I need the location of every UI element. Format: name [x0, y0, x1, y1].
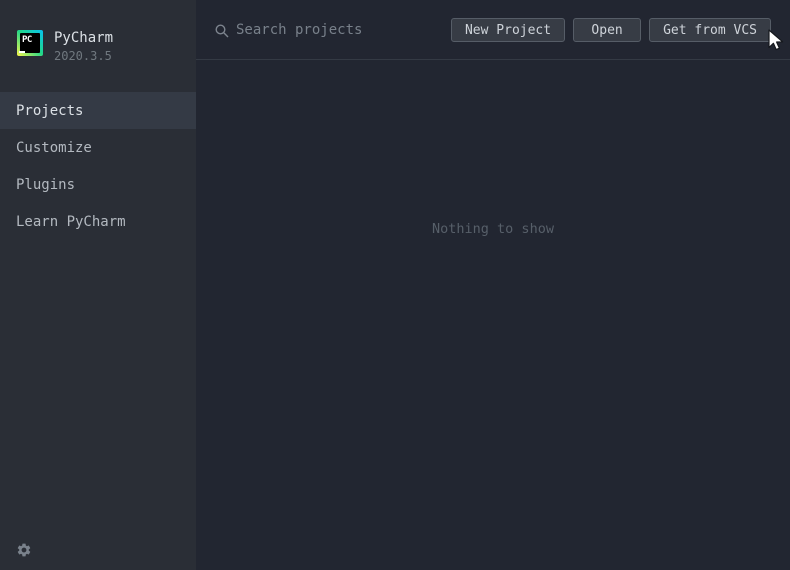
pycharm-logo-underscore — [19, 51, 25, 53]
open-button[interactable]: Open — [573, 18, 641, 42]
sidebar-item-learn-pycharm[interactable]: Learn PyCharm — [0, 203, 196, 240]
empty-state-message: Nothing to show — [196, 221, 790, 237]
app-name: PyCharm — [54, 31, 113, 46]
sidebar-item-label: Projects — [16, 103, 83, 119]
search-projects-input[interactable] — [236, 18, 446, 42]
welcome-sidebar: PC PyCharm 2020.3.5 Projects Customize P… — [0, 0, 196, 570]
sidebar-item-label: Plugins — [16, 177, 75, 193]
sidebar-menu: Projects Customize Plugins Learn PyCharm — [0, 92, 196, 240]
header-actions: New Project Open Get from VCS — [451, 18, 771, 42]
sidebar-item-label: Customize — [16, 140, 92, 156]
new-project-button[interactable]: New Project — [451, 18, 565, 42]
sidebar-item-label: Learn PyCharm — [16, 214, 126, 230]
mouse-cursor-icon — [766, 29, 788, 53]
search-icon — [215, 23, 229, 37]
settings-gear-icon[interactable] — [16, 542, 32, 558]
pycharm-logo-text: PC — [20, 33, 40, 53]
projects-header: New Project Open Get from VCS — [196, 0, 790, 60]
sidebar-item-plugins[interactable]: Plugins — [0, 166, 196, 203]
sidebar-item-customize[interactable]: Customize — [0, 129, 196, 166]
sidebar-item-projects[interactable]: Projects — [0, 92, 196, 129]
pycharm-logo-icon: PC — [17, 30, 43, 56]
get-from-vcs-button[interactable]: Get from VCS — [649, 18, 771, 42]
app-branding: PC PyCharm 2020.3.5 — [17, 30, 113, 63]
app-version: 2020.3.5 — [54, 49, 113, 63]
app-text: PyCharm 2020.3.5 — [54, 30, 113, 63]
main-panel: New Project Open Get from VCS Nothing to… — [196, 0, 790, 570]
